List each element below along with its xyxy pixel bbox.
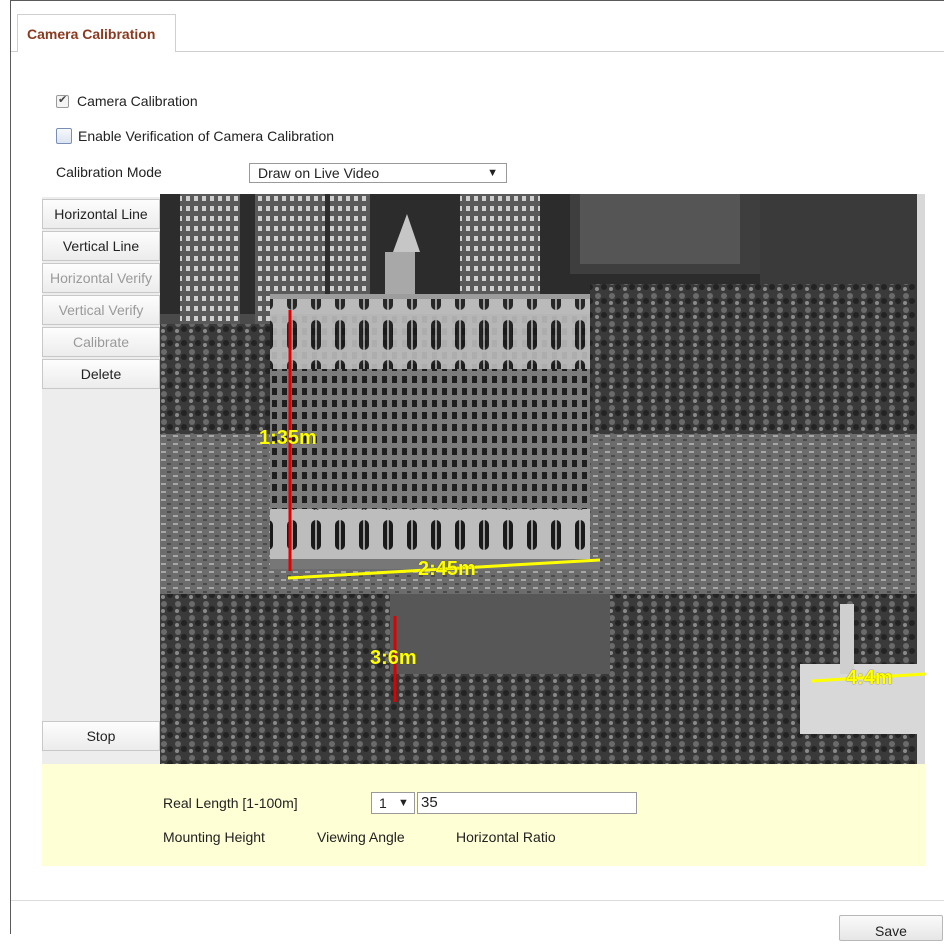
enable-verification-checkbox[interactable] [56, 128, 72, 144]
delete-button[interactable]: Delete [42, 359, 160, 389]
real-length-label: Real Length [1-100m] [163, 795, 298, 811]
horizontal-ratio-label: Horizontal Ratio [456, 829, 556, 845]
vertical-line-button[interactable]: Vertical Line [42, 231, 160, 261]
live-video[interactable]: 1:35m 2:45m 3:6m 4:4m [160, 194, 925, 764]
horizontal-line-button[interactable]: Horizontal Line [42, 199, 160, 229]
mounting-height-label: Mounting Height [163, 829, 265, 845]
building-height-label: 1:35m [259, 427, 317, 449]
real-length-input[interactable]: 35 [417, 792, 637, 814]
camera-calibration-label: Camera Calibration [77, 93, 198, 109]
dropdown-arrow-icon: ▼ [487, 167, 498, 179]
tab-label: Camera Calibration [27, 26, 156, 42]
calibrate-button[interactable]: Calibrate [42, 327, 160, 357]
tab-camera-calibration[interactable]: Camera Calibration [17, 14, 176, 52]
stop-button[interactable]: Stop [42, 721, 160, 751]
viewing-angle-label: Viewing Angle [317, 829, 405, 845]
panel-border-top [10, 0, 944, 1]
panel-border-left [10, 0, 11, 934]
video-frame [160, 194, 925, 764]
camera-calibration-option[interactable]: Camera Calibration [56, 93, 198, 109]
line-index-select[interactable]: 1 ▼ [371, 792, 415, 814]
tab-divider [175, 51, 944, 52]
calibration-mode-select[interactable]: Draw on Live Video ▼ [249, 163, 507, 183]
ground-width-label: 2:45m [418, 558, 476, 580]
line-index-value: 1 [379, 795, 387, 811]
camera-calibration-checkbox[interactable] [56, 93, 69, 108]
calibration-mode-value: Draw on Live Video [258, 165, 380, 181]
vertical-verify-button[interactable]: Vertical Verify [42, 295, 160, 325]
calibration-settings-panel [42, 764, 925, 866]
tab-divider [11, 51, 17, 52]
calibration-mode-label: Calibration Mode [56, 164, 162, 180]
enable-verification-label: Enable Verification of Camera Calibratio… [78, 128, 335, 144]
horizontal-verify-button[interactable]: Horizontal Verify [42, 263, 160, 293]
small-height-label: 3:6m [370, 647, 417, 669]
footer-divider [11, 900, 944, 901]
dropdown-arrow-icon: ▼ [398, 797, 409, 809]
save-button[interactable]: Save [839, 915, 943, 941]
right-width-label: 4:4m [846, 667, 893, 689]
enable-verification-option[interactable]: Enable Verification of Camera Calibratio… [56, 128, 334, 144]
